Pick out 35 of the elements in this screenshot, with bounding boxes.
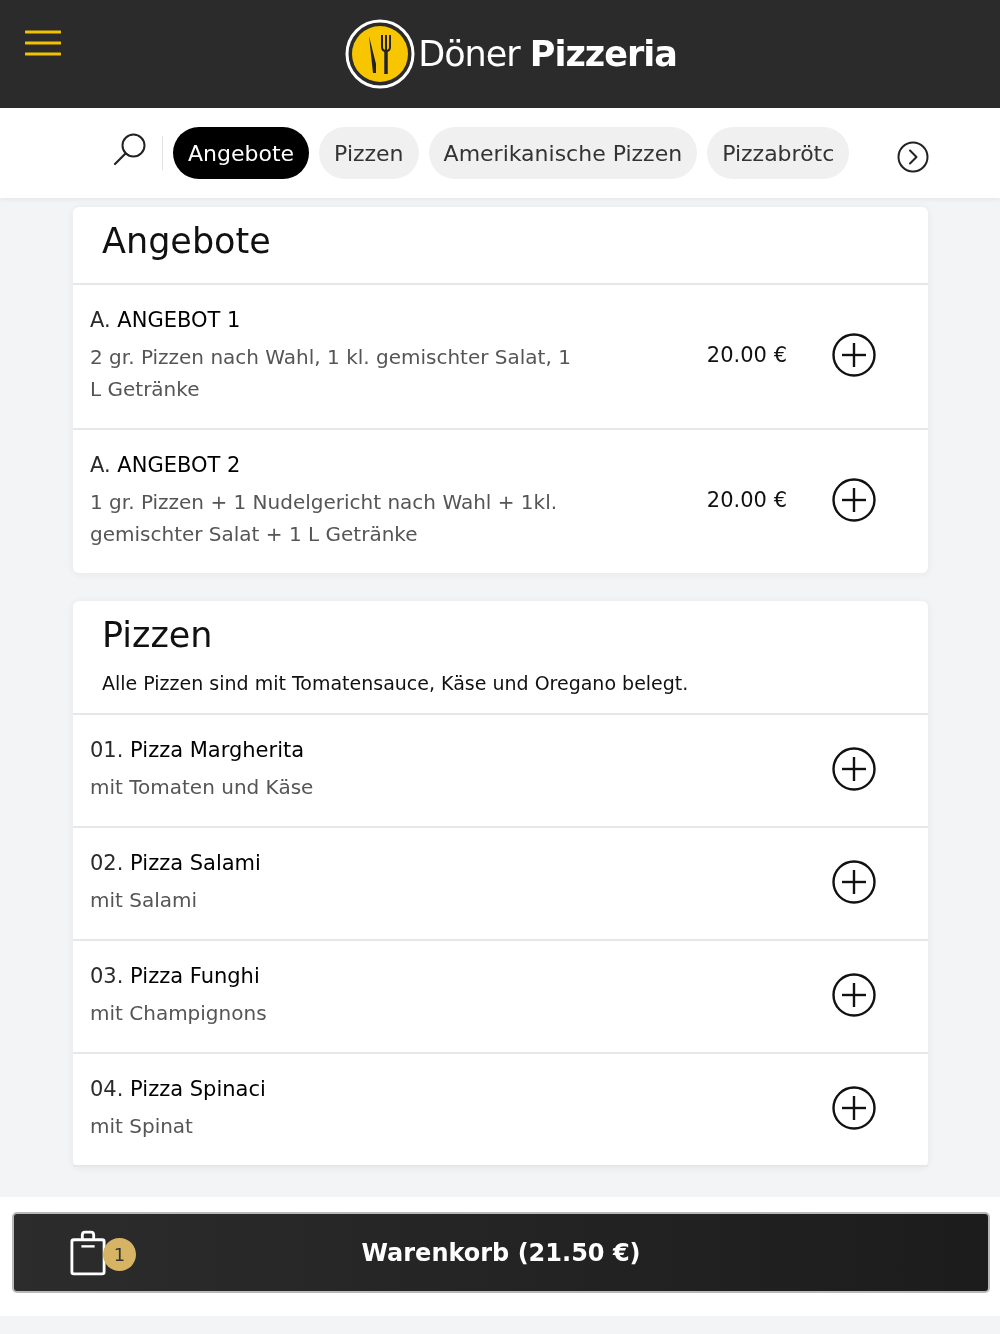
section-note: Alle Pizzen sind mit Tomatensauce, Käse und Oregano belegt.	[102, 671, 690, 696]
item-title: 01. Pizza Margherita	[90, 737, 306, 764]
item-price: 20.00 €	[706, 488, 787, 512]
item-description: 2 gr. Pizzen nach Wahl, 1 kl. gemischter Salat, 1 L Getränke	[90, 344, 572, 403]
item-description: 1 gr. Pizzen + 1 Nudelgericht nach Wahl + 1kl. gemischter Salat + 1 L Getränke	[90, 489, 559, 548]
cart-button[interactable]: 1 Warenkorb (21.50 €)	[12, 1212, 990, 1293]
plus-circle-icon[interactable]	[832, 478, 876, 522]
logo-text: Döner Pizzeria	[418, 33, 677, 75]
item-title: A. ANGEBOT 2	[90, 452, 242, 479]
item-description: mit Champignons	[90, 1000, 268, 1027]
item-description: mit Salami	[90, 887, 199, 914]
plus-circle-icon[interactable]	[832, 973, 876, 1017]
shopping-bag-icon	[70, 1229, 106, 1276]
plus-circle-icon[interactable]	[832, 860, 876, 904]
category-tab[interactable]: Pizzen	[319, 127, 419, 179]
category-tab[interactable]: Pizzabrötc	[707, 127, 850, 179]
item-title: 02. Pizza Salami	[90, 850, 262, 877]
item-price: 20.00 €	[706, 343, 787, 367]
plus-circle-icon[interactable]	[832, 1086, 876, 1130]
item-title: A. ANGEBOT 1	[90, 307, 242, 334]
plus-circle-icon[interactable]	[832, 747, 876, 791]
section-title: Angebote	[102, 220, 272, 263]
knife-fork-icon	[345, 19, 416, 89]
chevron-right-icon[interactable]	[897, 141, 929, 173]
category-tab[interactable]: Amerikanische Pizzen	[428, 127, 698, 179]
item-title: 04. Pizza Spinaci	[90, 1076, 267, 1103]
menu-icon[interactable]	[25, 30, 61, 56]
cart-count-badge: 1	[103, 1238, 136, 1271]
item-description: mit Tomaten und Käse	[90, 774, 315, 801]
section-title: Pizzen	[102, 614, 214, 657]
item-title: 03. Pizza Funghi	[90, 963, 261, 990]
plus-circle-icon[interactable]	[832, 333, 876, 377]
category-tab[interactable]: Angebote	[173, 127, 310, 179]
search-icon[interactable]	[113, 132, 147, 166]
item-description: mit Spinat	[90, 1113, 194, 1140]
